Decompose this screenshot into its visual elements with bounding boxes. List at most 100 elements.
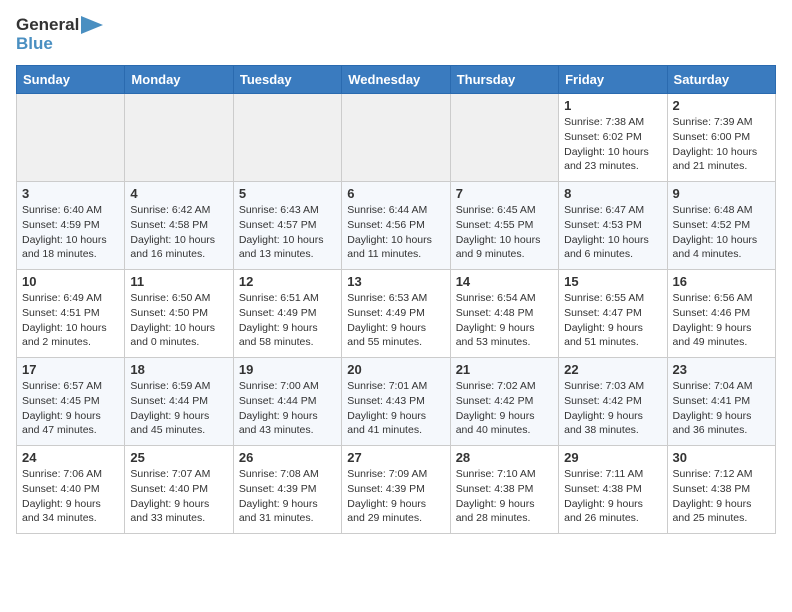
table-cell: 7Sunrise: 6:45 AMSunset: 4:55 PMDaylight… [450,182,558,270]
table-cell [233,94,341,182]
table-cell: 12Sunrise: 6:51 AMSunset: 4:49 PMDayligh… [233,270,341,358]
day-number: 6 [347,186,444,201]
table-cell: 20Sunrise: 7:01 AMSunset: 4:43 PMDayligh… [342,358,450,446]
day-info: Sunrise: 7:09 AMSunset: 4:39 PMDaylight:… [347,467,444,526]
table-cell: 29Sunrise: 7:11 AMSunset: 4:38 PMDayligh… [559,446,667,534]
day-number: 25 [130,450,227,465]
table-cell: 25 Sunrise: 7:07 AMSunset: 4:40 PMDayligh… [125,446,233,534]
day-number: 17 [22,362,119,377]
header-monday: Monday [125,66,233,94]
day-number: 4 [130,186,227,201]
table-cell: 19Sunrise: 7:00 AMSunset: 4:44 PMDayligh… [233,358,341,446]
calendar-table: SundayMondayTuesdayWednesdayThursdayFrid… [16,65,776,534]
logo: General Blue [16,16,103,53]
day-number: 1 [564,98,661,113]
day-number: 2 [673,98,770,113]
header-tuesday: Tuesday [233,66,341,94]
day-number: 3 [22,186,119,201]
day-info: Sunrise: 6:49 AMSunset: 4:51 PMDaylight:… [22,291,119,350]
table-cell: 4 Sunrise: 6:42 AMSunset: 4:58 PMDaylight… [125,182,233,270]
day-info: Sunrise: 6:54 AMSunset: 4:48 PMDaylight:… [456,291,553,350]
table-cell [125,94,233,182]
logo-text: General Blue [16,16,103,53]
table-cell: 5Sunrise: 6:43 AMSunset: 4:57 PMDaylight… [233,182,341,270]
day-number: 11 [130,274,227,289]
logo-arrow-icon [81,16,103,34]
logo-line1: General [16,16,79,35]
day-number: 22 [564,362,661,377]
day-info: Sunrise: 6:42 AMSunset: 4:58 PMDaylight:… [130,203,227,262]
table-cell: 11 Sunrise: 6:50 AMSunset: 4:50 PMDayligh… [125,270,233,358]
day-info: Sunrise: 6:50 AMSunset: 4:50 PMDaylight:… [130,291,227,350]
day-info: Sunrise: 6:55 AMSunset: 4:47 PMDaylight:… [564,291,661,350]
table-cell: 30Sunrise: 7:12 AMSunset: 4:38 PMDayligh… [667,446,775,534]
day-number: 26 [239,450,336,465]
day-number: 8 [564,186,661,201]
table-cell [342,94,450,182]
day-info: Sunrise: 7:38 AMSunset: 6:02 PMDaylight:… [564,115,661,174]
day-number: 20 [347,362,444,377]
calendar-header: SundayMondayTuesdayWednesdayThursdayFrid… [17,66,776,94]
table-cell: 24 Sunrise: 7:06 AMSunset: 4:40 PMDayligh… [17,446,125,534]
day-number: 30 [673,450,770,465]
day-number: 13 [347,274,444,289]
table-cell: 14Sunrise: 6:54 AMSunset: 4:48 PMDayligh… [450,270,558,358]
day-info: Sunrise: 6:53 AMSunset: 4:49 PMDaylight:… [347,291,444,350]
table-cell [17,94,125,182]
day-number: 18 [130,362,227,377]
day-info: Sunrise: 7:08 AMSunset: 4:39 PMDaylight:… [239,467,336,526]
day-info: Sunrise: 6:47 AMSunset: 4:53 PMDaylight:… [564,203,661,262]
day-info: Sunrise: 7:10 AMSunset: 4:38 PMDaylight:… [456,467,553,526]
day-info: Sunrise: 7:04 AMSunset: 4:41 PMDaylight:… [673,379,770,438]
day-number: 27 [347,450,444,465]
table-cell: 10 Sunrise: 6:49 AMSunset: 4:51 PMDayligh… [17,270,125,358]
header: General Blue [16,16,776,53]
table-cell: 13 Sunrise: 6:53 AMSunset: 4:49 PMDayligh… [342,270,450,358]
header-saturday: Saturday [667,66,775,94]
day-number: 16 [673,274,770,289]
day-info: Sunrise: 7:39 AMSunset: 6:00 PMDaylight:… [673,115,770,174]
day-number: 24 [22,450,119,465]
table-cell: 8 Sunrise: 6:47 AMSunset: 4:53 PMDaylight… [559,182,667,270]
week-row-3: 10 Sunrise: 6:49 AMSunset: 4:51 PMDayligh… [17,270,776,358]
day-info: Sunrise: 7:06 AMSunset: 4:40 PMDaylight:… [22,467,119,526]
week-row-2: 3 Sunrise: 6:40 AMSunset: 4:59 PMDaylight… [17,182,776,270]
table-cell: 17 Sunrise: 6:57 AMSunset: 4:45 PMDayligh… [17,358,125,446]
day-info: Sunrise: 6:48 AMSunset: 4:52 PMDaylight:… [673,203,770,262]
day-info: Sunrise: 6:59 AMSunset: 4:44 PMDaylight:… [130,379,227,438]
day-info: Sunrise: 6:44 AMSunset: 4:56 PMDaylight:… [347,203,444,262]
header-thursday: Thursday [450,66,558,94]
day-number: 10 [22,274,119,289]
day-info: Sunrise: 6:57 AMSunset: 4:45 PMDaylight:… [22,379,119,438]
table-cell: 18 Sunrise: 6:59 AMSunset: 4:44 PMDayligh… [125,358,233,446]
table-cell: 9 Sunrise: 6:48 AMSunset: 4:52 PMDaylight… [667,182,775,270]
table-cell: 2 Sunrise: 7:39 AMSunset: 6:00 PMDaylight… [667,94,775,182]
week-row-5: 24 Sunrise: 7:06 AMSunset: 4:40 PMDayligh… [17,446,776,534]
week-row-1: 1 Sunrise: 7:38 AMSunset: 6:02 PMDaylight… [17,94,776,182]
day-info: Sunrise: 7:03 AMSunset: 4:42 PMDaylight:… [564,379,661,438]
day-number: 28 [456,450,553,465]
table-cell: 3 Sunrise: 6:40 AMSunset: 4:59 PMDaylight… [17,182,125,270]
day-number: 7 [456,186,553,201]
day-number: 9 [673,186,770,201]
day-info: Sunrise: 7:07 AMSunset: 4:40 PMDaylight:… [130,467,227,526]
day-info: Sunrise: 6:43 AMSunset: 4:57 PMDaylight:… [239,203,336,262]
day-info: Sunrise: 6:56 AMSunset: 4:46 PMDaylight:… [673,291,770,350]
table-cell: 23 Sunrise: 7:04 AMSunset: 4:41 PMDayligh… [667,358,775,446]
table-cell: 1 Sunrise: 7:38 AMSunset: 6:02 PMDaylight… [559,94,667,182]
table-cell: 27 Sunrise: 7:09 AMSunset: 4:39 PMDayligh… [342,446,450,534]
table-cell [450,94,558,182]
day-info: Sunrise: 6:40 AMSunset: 4:59 PMDaylight:… [22,203,119,262]
header-friday: Friday [559,66,667,94]
day-number: 12 [239,274,336,289]
header-wednesday: Wednesday [342,66,450,94]
day-number: 15 [564,274,661,289]
logo-line2: Blue [16,35,103,54]
table-cell: 15 Sunrise: 6:55 AMSunset: 4:47 PMDayligh… [559,270,667,358]
day-number: 23 [673,362,770,377]
day-info: Sunrise: 7:00 AMSunset: 4:44 PMDaylight:… [239,379,336,438]
day-number: 29 [564,450,661,465]
day-info: Sunrise: 7:02 AMSunset: 4:42 PMDaylight:… [456,379,553,438]
table-cell: 26 Sunrise: 7:08 AMSunset: 4:39 PMDayligh… [233,446,341,534]
table-cell: 21Sunrise: 7:02 AMSunset: 4:42 PMDayligh… [450,358,558,446]
